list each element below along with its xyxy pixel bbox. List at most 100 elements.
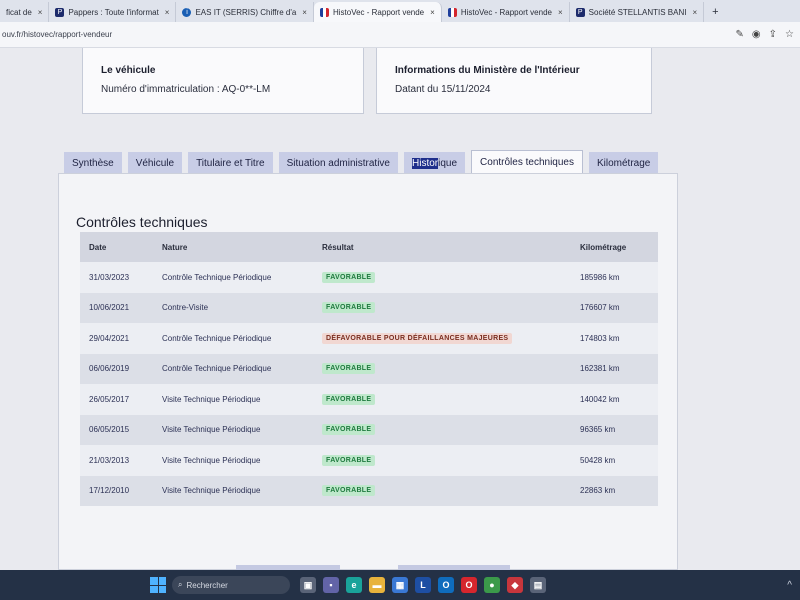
cell-date: 17/12/2010 [89, 486, 130, 496]
cell-result: DÉFAVORABLE POUR DÉFAILLANCES MAJEURES [322, 332, 580, 344]
section-title: Contrôles techniques [76, 214, 208, 230]
cell-date: 26/05/2017 [89, 394, 130, 404]
cell-nature: Visite Technique Périodique [162, 394, 261, 404]
close-icon[interactable]: × [38, 8, 43, 17]
browser-tab-active[interactable]: HistoVec - Rapport vende × [313, 2, 442, 22]
cell-result: FAVORABLE [322, 302, 580, 314]
search-icon: ⌕ [178, 580, 183, 589]
tab-kilometrage[interactable]: Kilométrage [588, 152, 659, 174]
browser-tab[interactable]: HistoVec - Rapport vende × [442, 2, 570, 22]
page-content: Le véhicule Numéro d'immatriculation : A… [0, 48, 800, 570]
cell-result: FAVORABLE [322, 363, 580, 375]
cell-date: 29/04/2021 [89, 333, 130, 343]
browser-toolbar: ✎ ◉ ⇪ ☆ [736, 29, 800, 40]
status-badge: FAVORABLE [322, 363, 376, 375]
browser-tab-strip: ficat de × P Pappers : Toute l'informat … [0, 0, 800, 22]
browser-tab[interactable]: P Pappers : Toute l'informat × [49, 2, 177, 22]
close-icon[interactable]: × [165, 8, 170, 17]
taskbar-search[interactable]: ⌕ Rechercher [172, 576, 290, 594]
cell-km: 176607 km [580, 303, 620, 313]
browser-tab[interactable]: i EAS IT (SERRIS) Chiffre d'a × [176, 2, 314, 22]
teams-icon[interactable]: ▪ [323, 577, 339, 593]
camera-icon[interactable]: ◉ [752, 29, 761, 40]
status-badge: FAVORABLE [322, 424, 376, 436]
cell-result: FAVORABLE [322, 485, 580, 497]
cell-km: 174803 km [580, 333, 620, 343]
registration-number: Numéro d'immatriculation : AQ-0**-LM [101, 84, 271, 95]
inspections-table: Date Nature Résultat Kilométrage 31/03/2… [80, 232, 658, 506]
edge-icon[interactable]: e [346, 577, 362, 593]
ministry-date: Datant du 15/11/2024 [395, 84, 491, 95]
cell-km: 140042 km [580, 394, 620, 404]
tab-vehicule[interactable]: Véhicule [127, 152, 183, 174]
browser-tab[interactable]: ficat de × [0, 2, 50, 22]
cell-km: 162381 km [580, 364, 620, 374]
url-text[interactable]: ouv.fr/histovec/rapport-vendeur [0, 30, 112, 39]
app-red-icon[interactable]: ◆ [507, 577, 523, 593]
pappers-favicon-icon: P [575, 7, 585, 17]
windows-start-icon[interactable] [150, 577, 166, 593]
table-body: 31/03/2023 Contrôle Technique Périodique… [80, 262, 658, 506]
browser-tab[interactable]: P Société STELLANTIS BANI × [570, 2, 705, 22]
search-placeholder: Rechercher [186, 580, 228, 590]
header-date: Date [89, 242, 107, 252]
cell-date: 06/06/2019 [89, 364, 130, 374]
tab-title: Pappers : Toute l'informat [68, 7, 159, 17]
file-explorer-icon[interactable]: ▬ [369, 577, 385, 593]
new-tab-button[interactable]: + [704, 2, 726, 22]
share-icon[interactable]: ⇪ [769, 29, 777, 40]
cell-nature: Contrôle Technique Périodique [162, 272, 272, 282]
cell-km: 96365 km [580, 425, 616, 435]
cell-km: 185986 km [580, 272, 620, 282]
header-nature: Nature [162, 242, 188, 252]
cell-nature: Contre-Visite [162, 303, 209, 313]
edit-icon[interactable]: ✎ [736, 29, 744, 40]
opera-icon[interactable]: O [461, 577, 477, 593]
ministry-card-title: Informations du Ministère de l'Intérieur [395, 65, 580, 76]
tab-situation-administrative[interactable]: Situation administrative [278, 152, 398, 174]
tab-title: ficat de [6, 7, 32, 17]
store-icon[interactable]: ▦ [392, 577, 408, 593]
star-icon[interactable]: ☆ [785, 29, 794, 40]
tab-synthese[interactable]: Synthèse [64, 152, 122, 174]
status-badge: FAVORABLE [322, 485, 376, 497]
close-icon[interactable]: × [302, 8, 307, 17]
outlook-icon[interactable]: O [438, 577, 454, 593]
tab-titulaire[interactable]: Titulaire et Titre [188, 152, 273, 174]
cell-result: FAVORABLE [322, 271, 580, 283]
pappers-favicon-icon: P [55, 7, 65, 17]
tab-title: HistoVec - Rapport vende [332, 7, 425, 17]
status-badge: FAVORABLE [322, 302, 376, 314]
close-icon[interactable]: × [692, 8, 697, 17]
task-view-icon[interactable]: ▣ [300, 577, 316, 593]
taskbar: ⌕ Rechercher ▣ ▪ e ▬ ▦ L O O ● ◆ ▤ ^ [0, 570, 800, 600]
table-row: 06/06/2019 Contrôle Technique Périodique… [80, 353, 658, 384]
chrome-icon[interactable]: ● [484, 577, 500, 593]
status-badge: FAVORABLE [322, 454, 376, 466]
address-bar[interactable]: ouv.fr/histovec/rapport-vendeur ✎ ◉ ⇪ ☆ [0, 22, 800, 48]
header-kilometrage: Kilométrage [580, 242, 627, 252]
table-header: Date Nature Résultat Kilométrage [80, 232, 658, 262]
app-l-icon[interactable]: L [415, 577, 431, 593]
cell-date: 10/06/2021 [89, 303, 130, 313]
table-row: 06/05/2015 Visite Technique Périodique F… [80, 414, 658, 445]
cell-km: 22863 km [580, 486, 616, 496]
table-row: 31/03/2023 Contrôle Technique Périodique… [80, 262, 658, 293]
close-icon[interactable]: × [558, 8, 563, 17]
tab-historique[interactable]: Histor ique [404, 152, 466, 174]
tab-historique-rest: ique [438, 157, 458, 169]
text-selection-highlight: Histor [412, 157, 439, 169]
calculator-icon[interactable]: ▤ [530, 577, 546, 593]
close-icon[interactable]: × [430, 8, 435, 17]
chevron-up-icon[interactable]: ^ [787, 580, 800, 591]
info-favicon-icon: i [182, 7, 192, 17]
cell-date: 06/05/2015 [89, 425, 130, 435]
tab-controles-techniques[interactable]: Contrôles techniques [471, 150, 583, 174]
table-row: 21/03/2013 Visite Technique Périodique F… [80, 445, 658, 476]
vehicle-card: Le véhicule Numéro d'immatriculation : A… [82, 48, 364, 114]
cell-result: FAVORABLE [322, 424, 580, 436]
table-row: 10/06/2021 Contre-Visite FAVORABLE 17660… [80, 292, 658, 323]
cell-nature: Visite Technique Périodique [162, 486, 261, 496]
tab-title: Société STELLANTIS BANI [588, 7, 687, 17]
cell-km: 50428 km [580, 455, 616, 465]
